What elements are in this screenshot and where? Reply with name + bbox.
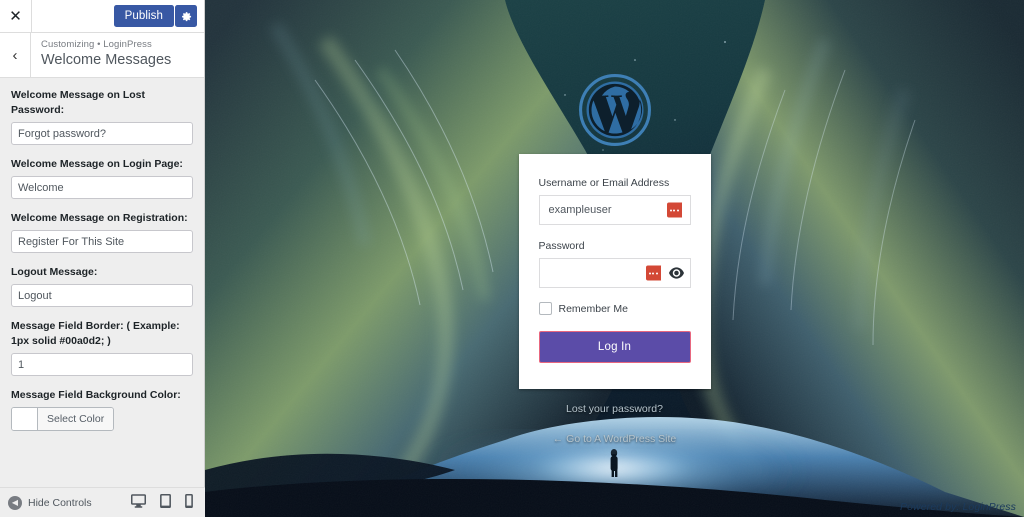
hide-controls-label: Hide Controls	[28, 496, 92, 509]
tablet-icon[interactable]	[160, 493, 171, 512]
device-preview-group	[131, 493, 197, 517]
login-links: Lost your password? ← Go to A WordPress …	[553, 403, 677, 445]
lost-password-link[interactable]: Lost your password?	[566, 403, 663, 415]
collapse-arrow-icon: ◀	[8, 495, 22, 510]
publish-button[interactable]: Publish	[113, 5, 174, 27]
control-list: Welcome Message on Lost Password: Welcom…	[0, 78, 204, 435]
username-field-wrap	[538, 195, 691, 225]
back-to-site-link[interactable]: ← Go to A WordPress Site	[553, 433, 677, 445]
password-field-wrap	[538, 258, 691, 288]
publish-group: Publish	[113, 0, 204, 33]
control-welcome-lost-password: Welcome Message on Lost Password:	[11, 88, 193, 145]
site-preview: Username or Email Address Password	[205, 0, 1024, 517]
powered-by-label: Powered by: LoginPress	[899, 501, 1016, 513]
control-logout-message: Logout Message:	[11, 265, 193, 307]
customizer-footer: ◀ Hide Controls	[0, 487, 205, 517]
desktop-icon[interactable]	[131, 493, 146, 517]
gear-icon[interactable]	[175, 5, 197, 27]
select-color-label: Select Color	[38, 408, 114, 430]
password-label: Password	[538, 240, 585, 252]
remember-me-label[interactable]: Remember Me	[559, 303, 628, 315]
login-page-content: Username or Email Address Password	[205, 0, 1024, 445]
mobile-icon[interactable]	[185, 493, 193, 512]
remember-me-checkbox[interactable]	[538, 302, 552, 315]
lastpass-icon[interactable]	[645, 265, 663, 281]
wordpress-logo-icon	[578, 74, 651, 146]
lastpass-icon[interactable]	[666, 202, 684, 218]
log-in-button[interactable]: Log In	[538, 331, 691, 363]
control-label: Message Field Background Color:	[11, 389, 181, 401]
select-color-button[interactable]: Select Color	[11, 407, 115, 431]
eye-icon[interactable]	[669, 265, 685, 281]
panel-header: ‹ Customizing • LoginPress Welcome Messa…	[0, 33, 204, 78]
control-label: Welcome Message on Lost Password:	[11, 89, 146, 116]
control-label: Welcome Message on Registration:	[11, 212, 188, 224]
remember-me-row: Remember Me	[538, 302, 691, 315]
control-label: Logout Message:	[11, 266, 98, 278]
welcome-registration-input[interactable]	[11, 230, 193, 253]
control-welcome-registration: Welcome Message on Registration:	[11, 211, 193, 253]
login-form-card: Username or Email Address Password	[518, 154, 711, 389]
control-welcome-login-page: Welcome Message on Login Page:	[11, 157, 193, 199]
breadcrumb: Customizing • LoginPress	[41, 39, 152, 50]
username-label: Username or Email Address	[538, 177, 670, 189]
color-swatch	[12, 408, 38, 430]
message-field-border-input[interactable]	[11, 353, 193, 376]
close-icon[interactable]: ✕	[0, 0, 32, 32]
customizer-screen: ✕ Publish ‹ Customizing • LoginPress Wel…	[0, 0, 1024, 517]
chevron-left-icon[interactable]: ‹	[0, 33, 31, 77]
control-message-field-bg-color: Message Field Background Color: Select C…	[11, 388, 193, 435]
panel-titles: Customizing • LoginPress Welcome Message…	[31, 33, 171, 77]
logout-message-input[interactable]	[11, 284, 193, 307]
hide-controls-button[interactable]: ◀ Hide Controls	[8, 495, 92, 510]
customizer-sidebar: ✕ Publish ‹ Customizing • LoginPress Wel…	[0, 0, 205, 517]
welcome-login-page-input[interactable]	[11, 176, 193, 199]
welcome-lost-password-input[interactable]	[11, 122, 193, 145]
control-message-field-border: Message Field Border: ( Example: 1px sol…	[11, 319, 193, 376]
control-label: Message Field Border: ( Example: 1px sol…	[11, 320, 180, 347]
page-title: Welcome Messages	[41, 52, 172, 68]
control-label: Welcome Message on Login Page:	[11, 158, 183, 170]
customizer-header: ✕ Publish	[0, 0, 204, 33]
